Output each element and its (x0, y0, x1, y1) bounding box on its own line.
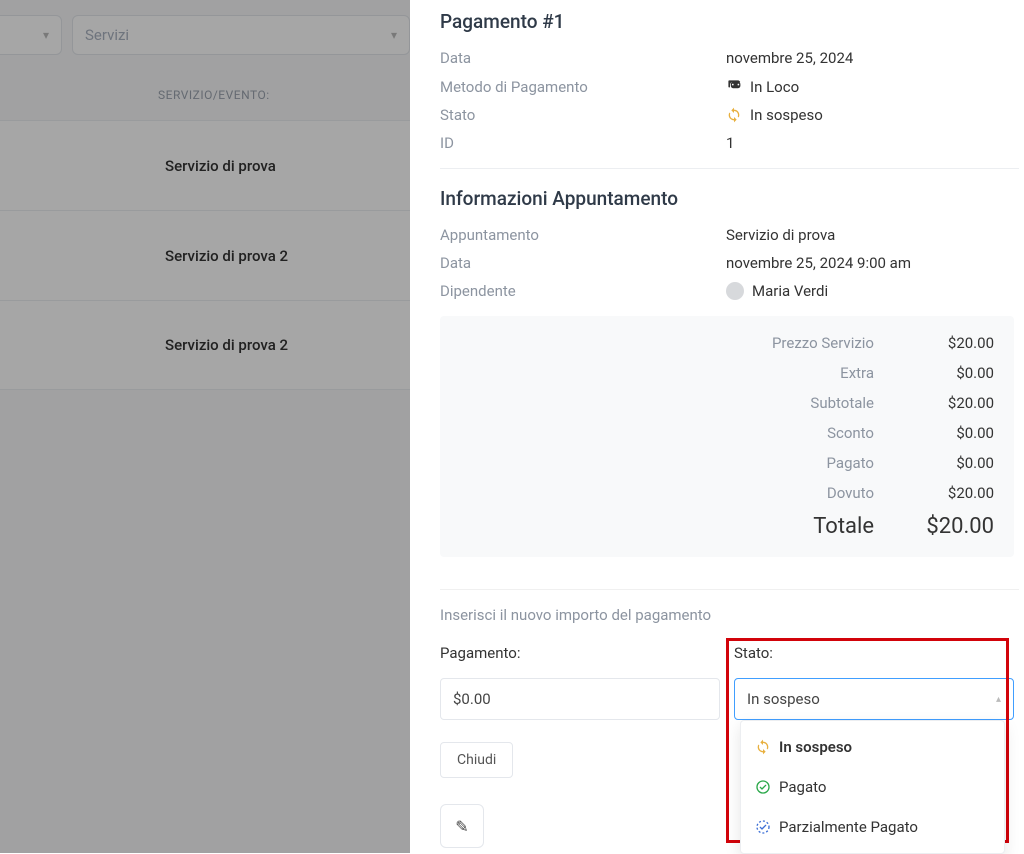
price-value: $0.00 (874, 364, 994, 382)
price-value: $0.00 (874, 454, 994, 472)
state-option-parzialmente-pagato[interactable]: Parzialmente Pagato (741, 807, 1004, 847)
price-value: $20.00 (874, 394, 994, 412)
state-select[interactable]: In sospeso ▴ (734, 678, 1014, 720)
total-label: Totale (460, 514, 874, 539)
appointment-title: Informazioni Appuntamento (440, 187, 1019, 210)
state-option-in-sospeso[interactable]: In sospeso (741, 727, 1004, 767)
state-dropdown: In sospeso Pagato Parzialmente Pagato (740, 720, 1005, 854)
price-breakdown: Prezzo Servizio$20.00 Extra$0.00 Subtota… (440, 316, 1014, 557)
value-date: novembre 25, 2024 (726, 49, 853, 67)
label-method: Metodo di Pagamento (440, 78, 726, 96)
edit-button[interactable]: ✎ (440, 804, 484, 848)
label-employee: Dipendente (440, 282, 726, 300)
label-date: Data (440, 49, 726, 67)
close-button[interactable]: Chiudi (440, 742, 513, 778)
label-id: ID (440, 134, 726, 152)
value-employee: Maria Verdi (726, 282, 828, 300)
value-status: In sospeso (726, 106, 823, 124)
label-appt-date: Data (440, 254, 726, 272)
modal-overlay[interactable] (0, 0, 410, 853)
partial-circle-icon (755, 819, 771, 835)
value-id: 1 (726, 134, 734, 152)
value-appt-date: novembre 25, 2024 9:00 am (726, 254, 911, 272)
price-value: $0.00 (874, 424, 994, 442)
price-label: Sconto (460, 424, 874, 442)
in-loco-icon (726, 77, 742, 96)
check-circle-icon (755, 779, 771, 795)
chevron-up-icon: ▴ (996, 694, 1001, 705)
price-label: Pagato (460, 454, 874, 472)
payment-field-label: Pagamento: (440, 644, 720, 662)
pencil-icon: ✎ (455, 817, 468, 836)
divider (440, 168, 1019, 169)
value-appointment: Servizio di prova (726, 226, 835, 244)
panel-title: Pagamento #1 (440, 10, 1019, 33)
price-value: $20.00 (874, 334, 994, 352)
price-label: Extra (460, 364, 874, 382)
label-status: Stato (440, 106, 726, 124)
state-field-label: Stato: (734, 644, 1014, 662)
refresh-icon (755, 739, 771, 755)
refresh-icon (726, 107, 742, 123)
price-label: Subtotale (460, 394, 874, 412)
value-method: In Loco (726, 77, 799, 96)
price-label: Dovuto (460, 484, 874, 502)
entry-instruction: Inserisci il nuovo importo del pagamento (440, 606, 1019, 624)
price-value: $20.00 (874, 484, 994, 502)
total-value: $20.00 (874, 514, 994, 539)
label-appointment: Appuntamento (440, 226, 726, 244)
payment-input[interactable]: $0.00 (440, 678, 720, 720)
avatar (726, 282, 744, 300)
state-option-pagato[interactable]: Pagato (741, 767, 1004, 807)
price-label: Prezzo Servizio (460, 334, 874, 352)
